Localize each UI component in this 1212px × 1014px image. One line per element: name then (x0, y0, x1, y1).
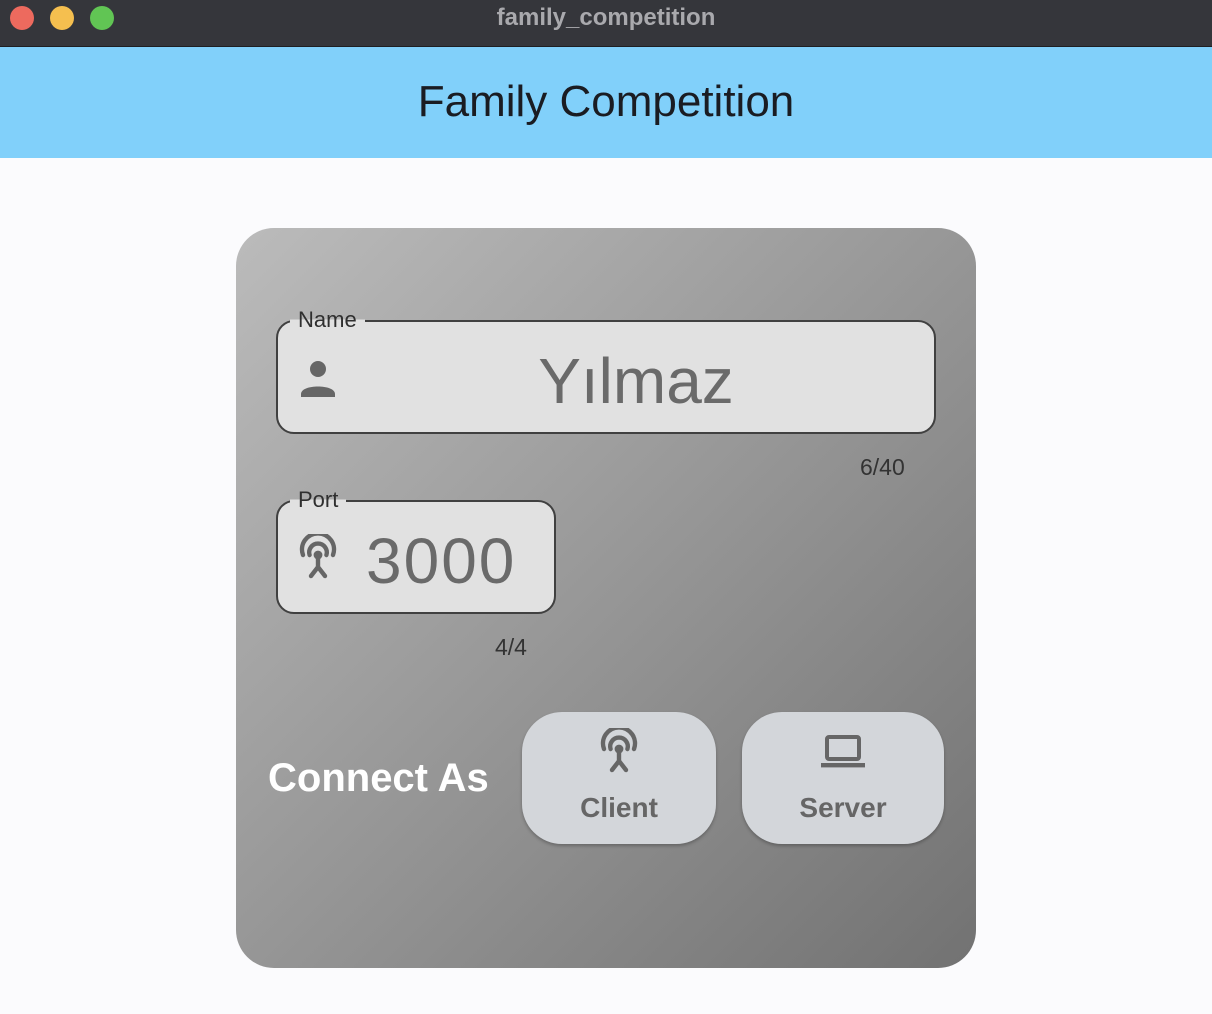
name-char-counter: 6/40 (860, 454, 905, 480)
server-button-label: Server (799, 792, 887, 823)
connect-as-label: Connect As (268, 756, 489, 800)
connection-card: Name Yılmaz 6/40 Port 3000 4/4 Connect A… (236, 228, 976, 968)
client-button-label: Client (580, 792, 658, 823)
antenna-icon (600, 728, 638, 773)
port-input-value[interactable]: 3000 (366, 526, 516, 596)
server-button[interactable]: Server (742, 712, 944, 844)
person-icon (301, 361, 335, 397)
antenna-icon (299, 534, 337, 579)
name-field-label: Name (290, 307, 365, 333)
app-bar: Family Competition (0, 47, 1212, 158)
port-field[interactable]: Port 3000 (276, 487, 556, 614)
port-char-counter: 4/4 (495, 634, 527, 660)
laptop-icon (821, 735, 865, 768)
name-field[interactable]: Name Yılmaz (276, 307, 936, 434)
window-titlebar: family_competition (0, 0, 1212, 47)
window-title: family_competition (496, 4, 716, 31)
page-title: Family Competition (417, 77, 795, 126)
client-button[interactable]: Client (522, 712, 716, 844)
name-input-value[interactable]: Yılmaz (338, 346, 934, 416)
port-field-label: Port (290, 487, 347, 513)
